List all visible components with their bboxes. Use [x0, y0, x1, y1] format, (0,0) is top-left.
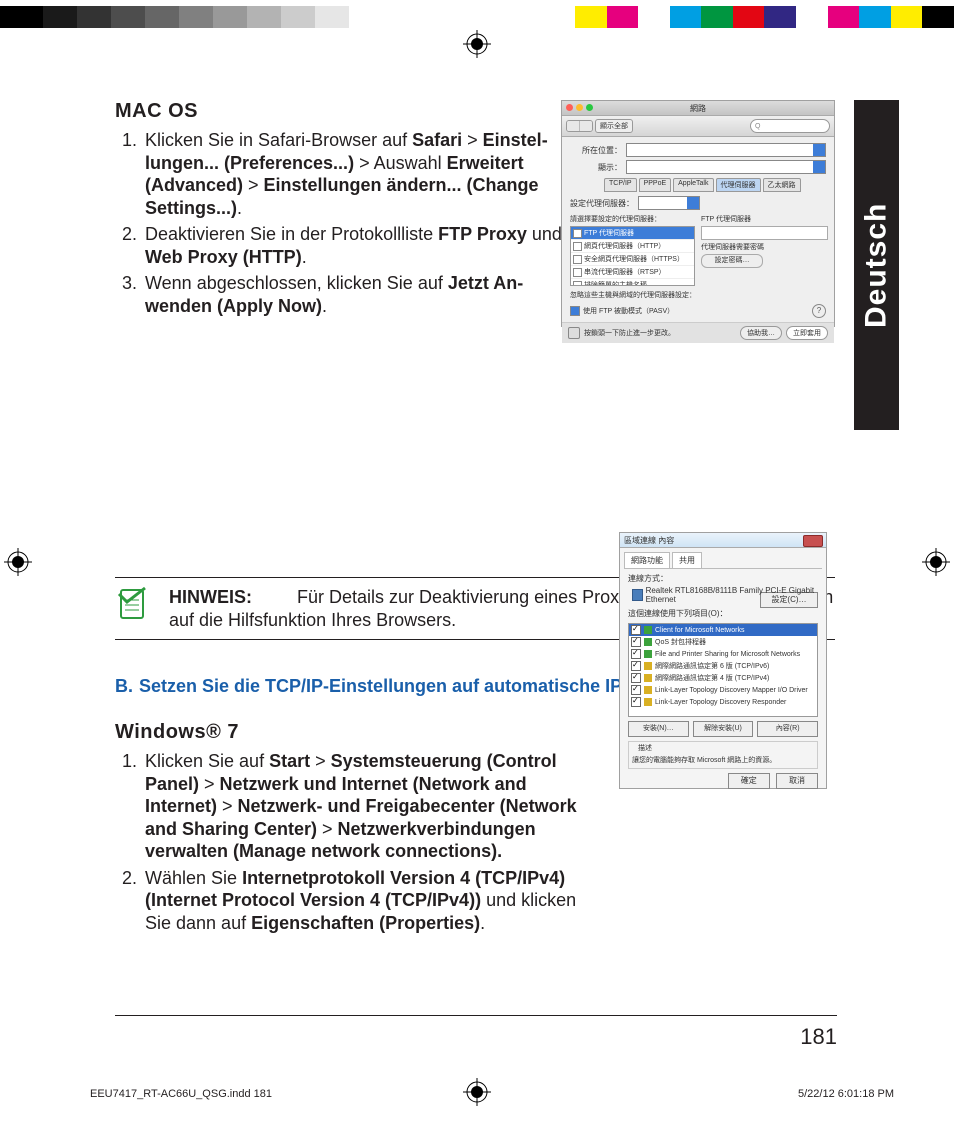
- mac-footer: 按鎖頭一下防止進一步更改。 協助我… 立即套用: [562, 322, 834, 343]
- macos-steps: 1. Klicken Sie in Safari-Browser auf Saf…: [115, 129, 575, 317]
- page-footer-rule: [115, 1015, 837, 1016]
- mac-titlebar: 網路: [562, 101, 834, 116]
- uninstall-btn: 解除安裝(U): [693, 721, 754, 737]
- assist-btn: 協助我…: [740, 326, 782, 340]
- properties-btn: 內容(R): [757, 721, 818, 737]
- config-select: [638, 196, 700, 210]
- win7-step-1: 1. Klicken Sie auf Start > Systemsteueru…: [115, 750, 585, 863]
- lock-icon: [568, 327, 580, 339]
- pasv-checkbox: [570, 306, 580, 316]
- mac-search-field: Q: [750, 119, 830, 133]
- proxy-host-field: [701, 226, 828, 240]
- show-all-btn: 顯示全部: [595, 119, 633, 133]
- page-number: 181: [800, 1024, 837, 1050]
- cancel-btn: 取消: [776, 773, 818, 789]
- win-button-row: 安裝(N)… 解除安裝(U) 內容(R): [628, 721, 818, 737]
- mac-tabs: TCP/IP PPPoE AppleTalk 代理伺服器 乙太網路: [604, 178, 826, 192]
- install-btn: 安裝(N)…: [628, 721, 689, 737]
- mac-toolbar: 顯示全部 Q: [562, 116, 834, 137]
- ok-cancel-row: 確定 取消: [628, 773, 818, 789]
- back-forward-segment: [566, 120, 593, 132]
- traffic-lights: [566, 104, 593, 111]
- protocol-list: FTP 代理伺服器 網頁代理伺服器（HTTP） 安全網頁代理伺服器（HTTPS）…: [570, 226, 695, 286]
- macos-step-3: 3. Wenn abgeschlossen, klicken Sie auf J…: [115, 272, 575, 317]
- win-tabs: 網路功能 共用: [624, 552, 822, 569]
- help-icon: ?: [812, 304, 826, 318]
- set-password-btn: 設定密碼…: [701, 254, 763, 268]
- macos-step-1: 1. Klicken Sie in Safari-Browser auf Saf…: [115, 129, 575, 219]
- registration-mark-right: [922, 548, 950, 576]
- connection-items-list: Client for Microsoft Networks QoS 封包排程器 …: [628, 623, 818, 717]
- slug-file: EEU7417_RT-AC66U_QSG.indd 181: [90, 1088, 272, 1100]
- location-select: [626, 143, 826, 157]
- mac-window-title: 網路: [690, 103, 706, 114]
- registration-mark-top: [463, 30, 491, 58]
- grayscale-swatches: [0, 6, 575, 28]
- note-icon: [115, 586, 151, 622]
- win7-steps: 1. Klicken Sie auf Start > Systemsteueru…: [115, 750, 585, 934]
- win7-lan-properties-screenshot: 區域連線 內容 網路功能 共用 連線方式： Realtek RTL8168B/8…: [619, 532, 827, 789]
- macos-step-2: 2. Deaktivieren Sie in der Protokolllist…: [115, 223, 575, 268]
- show-select: [626, 160, 826, 174]
- color-swatches: [575, 6, 954, 28]
- registration-mark-left: [4, 548, 32, 576]
- macos-network-screenshot: 網路 顯示全部 Q 所在位置： 顯示： TCP/IP PPPoE AppleTa…: [561, 100, 835, 327]
- language-tab: Deutsch: [854, 100, 899, 430]
- apply-now-btn: 立即套用: [786, 326, 828, 340]
- print-slug: EEU7417_RT-AC66U_QSG.indd 181 5/22/12 6:…: [90, 1088, 894, 1100]
- win7-step-2: 2. Wählen Sie Internetprotokoll Version …: [115, 867, 585, 935]
- ok-btn: 確定: [728, 773, 770, 789]
- page-content: MAC OS 1. Klicken Sie in Safari-Browser …: [115, 100, 835, 948]
- win-titlebar: 區域連線 內容: [620, 533, 826, 548]
- adapter-row: Realtek RTL8168B/8111B Family PCI-E Giga…: [632, 586, 818, 604]
- description-group: 描述 讓您的電腦能夠存取 Microsoft 網路上的資源。: [628, 741, 818, 769]
- print-color-bar: [0, 6, 954, 28]
- close-icon: [803, 535, 823, 547]
- slug-date: 5/22/12 6:01:18 PM: [798, 1088, 894, 1100]
